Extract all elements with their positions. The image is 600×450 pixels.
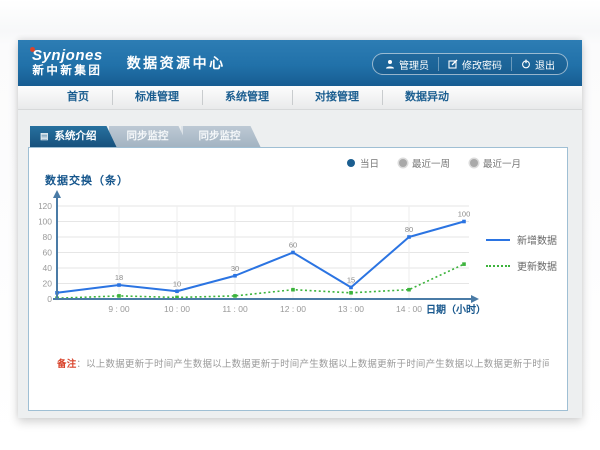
tab-label: 系统介绍 [55, 126, 97, 147]
main-nav: 首页标准管理系统管理对接管理数据异动 [18, 86, 582, 110]
tab-bar: ▤ 系统介绍 同步监控 同步监控 [30, 126, 261, 147]
y-tick-label: 20 [43, 279, 53, 289]
radio-option-2[interactable]: 最近一周 [399, 156, 450, 170]
data-point [407, 288, 411, 292]
radio-label: 最近一月 [483, 156, 521, 170]
note-text: ：以上数据更新于时间产生数据以上数据更新于时间产生数据以上数据更新于时间产生数据… [76, 359, 549, 370]
x-tick-label: 9 : 00 [108, 304, 130, 314]
series-line-1 [57, 222, 464, 293]
time-range-filter: 当日 最近一周 最近一月 [347, 156, 521, 170]
y-tick-label: 80 [43, 232, 53, 242]
data-point [117, 283, 121, 287]
radio-label: 最近一周 [412, 156, 450, 170]
y-axis-arrow [53, 190, 61, 198]
legend-item-1[interactable]: 新增数据 [486, 232, 557, 247]
page-title: 数据资源中心 [127, 53, 226, 73]
legend-line-sample [486, 265, 510, 267]
logo-text-en: Synjones [32, 48, 103, 65]
point-label: 30 [231, 264, 239, 273]
x-tick-label: 13 : 00 [338, 304, 364, 314]
data-point [117, 294, 121, 298]
radio-dot [347, 159, 355, 167]
app-window: Synjones 新中新集团 数据资源中心 管理员 修改密码 [18, 40, 582, 418]
y-tick-label: 0 [47, 294, 52, 304]
y-tick-label: 40 [43, 263, 53, 273]
tab-1[interactable]: ▤ 系统介绍 [30, 126, 117, 147]
nav-item-3[interactable]: 系统管理 [202, 86, 292, 109]
point-label: 100 [458, 210, 471, 219]
edit-icon [448, 59, 458, 69]
y-axis-title: 数据交换（条） [45, 172, 129, 188]
tab-2[interactable]: 同步监控 [109, 126, 189, 147]
radio-label: 当日 [360, 156, 379, 170]
data-point [349, 291, 353, 295]
company-logo[interactable]: Synjones 新中新集团 [32, 48, 103, 77]
x-tick-label: 10 : 00 [164, 304, 190, 314]
document-icon: ▤ [40, 132, 49, 141]
line-chart: 18 10 30 60 15 80 100 0 20 40 60 80 100 120 9 : 00 10 :… [39, 188, 499, 323]
radio-option-3[interactable]: 最近一月 [470, 156, 521, 170]
data-point [462, 220, 466, 224]
note-label: 备注 [57, 359, 76, 370]
user-menu-change-password[interactable]: 修改密码 [438, 57, 511, 71]
y-tick-label: 100 [39, 217, 52, 227]
nav-item-4[interactable]: 对接管理 [292, 86, 382, 109]
tab-3[interactable]: 同步监控 [181, 126, 261, 147]
data-point [291, 251, 295, 255]
point-label: 15 [347, 275, 355, 284]
legend-item-2[interactable]: 更新数据 [486, 258, 557, 273]
x-axis-title: 日期（小时） [426, 303, 486, 316]
radio-dot [470, 159, 478, 167]
legend-label: 更新数据 [517, 258, 557, 273]
tab-label: 同步监控 [127, 126, 169, 147]
point-label: 80 [405, 225, 413, 234]
x-tick-label: 14 : 00 [396, 304, 422, 314]
user-menu: 管理员 修改密码 退出 [372, 53, 568, 75]
legend-line-sample [486, 239, 510, 241]
point-label: 10 [173, 279, 181, 288]
power-icon [521, 59, 531, 69]
point-label: 18 [115, 273, 123, 282]
user-menu-label: 管理员 [399, 57, 429, 72]
chart-legend: 新增数据更新数据 [486, 232, 557, 273]
logo-text-cn: 新中新集团 [32, 65, 103, 78]
user-menu-label: 修改密码 [462, 57, 502, 72]
x-tick-label: 12 : 00 [280, 304, 306, 314]
legend-label: 新增数据 [517, 232, 557, 247]
radio-dot [399, 159, 407, 167]
data-point [349, 286, 353, 290]
data-point [407, 235, 411, 239]
nav-item-5[interactable]: 数据异动 [382, 86, 472, 109]
nav-item-1[interactable]: 首页 [44, 86, 112, 109]
user-menu-logout[interactable]: 退出 [511, 57, 564, 71]
y-tick-label: 120 [39, 201, 52, 211]
data-point [291, 288, 295, 292]
data-point [175, 289, 179, 293]
user-menu-label: 退出 [535, 57, 555, 72]
nav-item-2[interactable]: 标准管理 [112, 86, 202, 109]
content-panel: 当日 最近一周 最近一月 数据交换（条） 18 10 30 60 15 80 100 0 20 40 6… [28, 147, 568, 411]
y-tick-label: 60 [43, 248, 53, 258]
point-label: 60 [289, 241, 297, 250]
footer-note: 备注：以上数据更新于时间产生数据以上数据更新于时间产生数据以上数据更新于时间产生… [57, 356, 549, 370]
tab-label: 同步监控 [199, 126, 241, 147]
data-point [462, 262, 466, 266]
x-tick-label: 11 : 00 [222, 304, 248, 314]
data-point [233, 274, 237, 278]
radio-option-1[interactable]: 当日 [347, 156, 379, 170]
app-header: Synjones 新中新集团 数据资源中心 管理员 修改密码 [18, 40, 582, 86]
user-icon [385, 59, 395, 69]
data-point [233, 294, 237, 298]
user-menu-admin[interactable]: 管理员 [376, 57, 438, 71]
x-axis-arrow [471, 295, 479, 303]
